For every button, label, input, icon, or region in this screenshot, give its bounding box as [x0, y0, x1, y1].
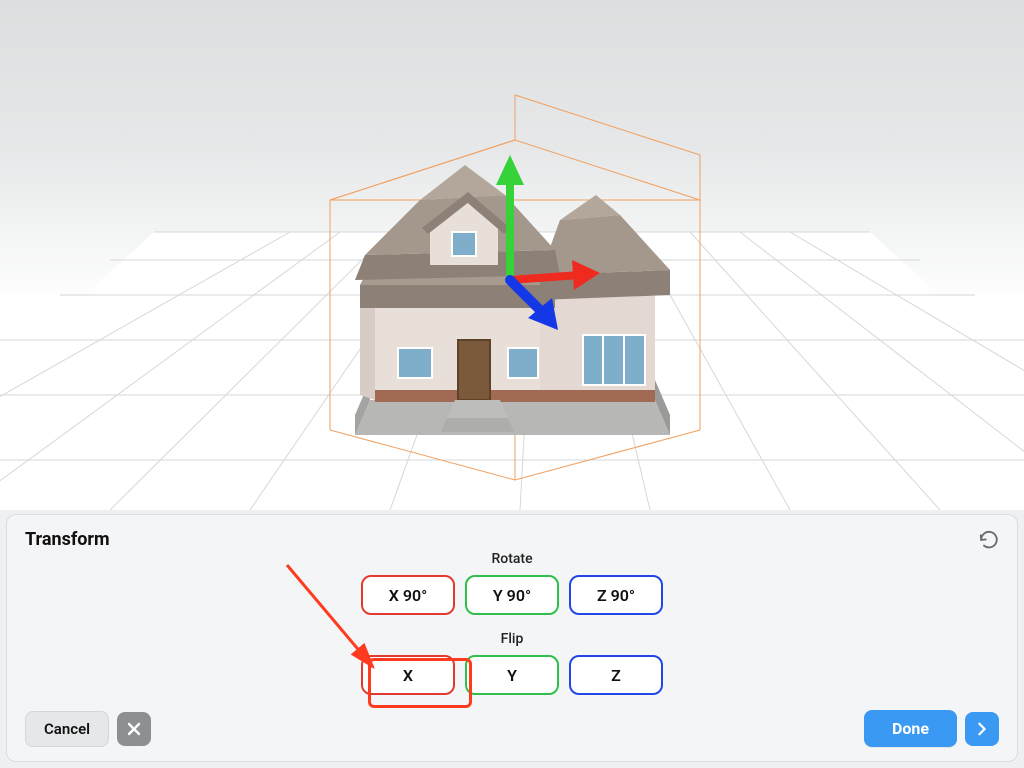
transform-panel: Transform Rotate X 90° Y 90° Z 90° Flip …: [6, 514, 1018, 762]
undo-button[interactable]: [975, 525, 1003, 553]
scene-canvas: [0, 0, 1024, 510]
next-button[interactable]: [965, 712, 999, 746]
rotate-label: Rotate: [491, 551, 532, 567]
rotate-x-button[interactable]: X 90°: [361, 575, 455, 615]
undo-icon: [978, 528, 1000, 550]
flip-z-button[interactable]: Z: [569, 655, 663, 695]
chevron-right-icon: [975, 722, 989, 736]
flip-y-button[interactable]: Y: [465, 655, 559, 695]
close-button[interactable]: [117, 712, 151, 746]
flip-label: Flip: [501, 631, 524, 647]
flip-x-button[interactable]: X: [361, 655, 455, 695]
rotate-row: X 90° Y 90° Z 90°: [361, 575, 663, 615]
viewport-3d[interactable]: [0, 0, 1024, 510]
rotate-y-button[interactable]: Y 90°: [465, 575, 559, 615]
close-icon: [126, 721, 142, 737]
flip-row: X Y Z: [361, 655, 663, 695]
panel-title: Transform: [25, 529, 999, 550]
done-button[interactable]: Done: [864, 710, 957, 747]
cancel-button[interactable]: Cancel: [25, 711, 109, 747]
rotate-z-button[interactable]: Z 90°: [569, 575, 663, 615]
